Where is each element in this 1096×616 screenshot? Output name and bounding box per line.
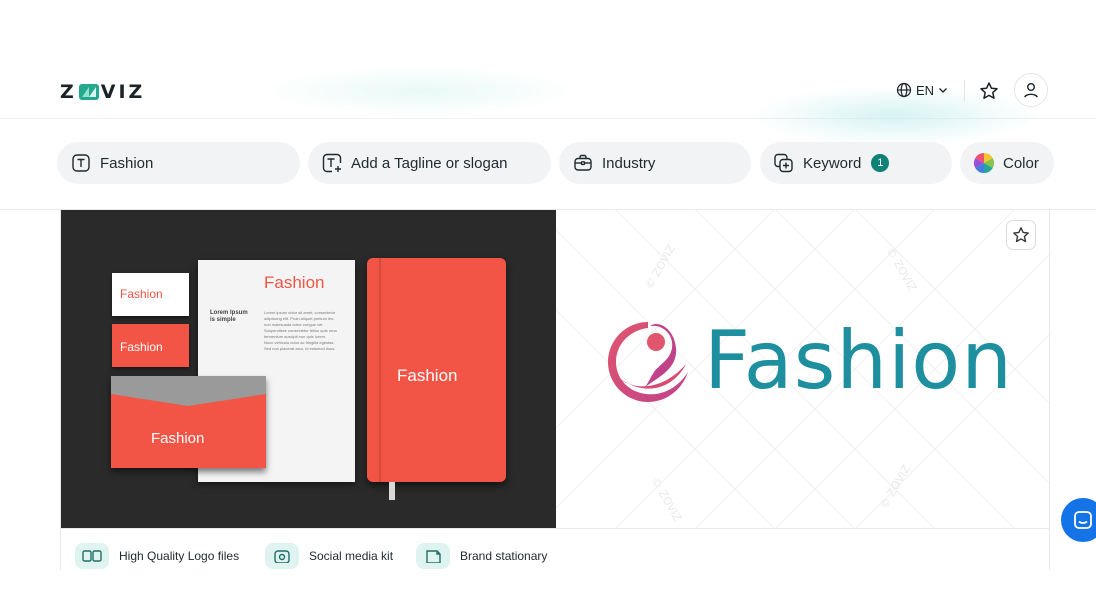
logo-files-icon — [75, 543, 109, 569]
logo-text-left: Z — [60, 81, 77, 103]
logo-filters-bar: Fashion Add a Tagline or slogan Industry… — [0, 140, 1096, 186]
color-label: Color — [1003, 154, 1039, 172]
keyword-input[interactable]: Keyword 1 — [760, 142, 952, 184]
mockup-letter-body: Lorem ipsum dolor sit amet, consectetur … — [264, 310, 348, 352]
feature-label: High Quality Logo files — [119, 549, 240, 563]
header-divider — [964, 80, 965, 102]
industry-select[interactable]: Industry — [559, 142, 751, 184]
star-outline-icon — [1013, 227, 1029, 243]
tagline-input[interactable]: Add a Tagline or slogan — [308, 142, 551, 184]
text-t-icon — [70, 152, 92, 174]
svg-text:© ZOVIZ: © ZOVIZ — [877, 462, 913, 511]
feature-brand-stationary: Brand stationary — [416, 543, 547, 569]
account-button[interactable] — [1014, 73, 1048, 107]
text-add-icon — [321, 152, 343, 174]
feature-label: Social media kit — [309, 549, 394, 563]
brand-name-input[interactable]: Fashion — [57, 142, 300, 184]
mockup-envelope: Fashion — [111, 376, 266, 468]
feature-social-kit: Social media kit — [265, 543, 393, 569]
mockup-business-card-white: Fashion — [112, 273, 189, 316]
chat-icon — [1074, 511, 1092, 529]
preview-brand-name: Fashion — [704, 314, 1013, 407]
globe-icon — [896, 82, 912, 98]
zoviz-logo[interactable]: Z VIZ — [60, 81, 145, 103]
notebook-spine-line — [379, 258, 381, 482]
stationery-mockup: Fashion Fashion Fashion Lorem Ipsum is s… — [61, 210, 556, 528]
logo-text-right: VIZ — [100, 81, 146, 103]
svg-text:© ZOVIZ: © ZOVIZ — [883, 245, 919, 294]
briefcase-icon — [572, 152, 594, 174]
user-icon — [1024, 83, 1038, 98]
mockup-card-brand-red: Fashion — [120, 340, 163, 354]
star-icon — [980, 82, 998, 99]
favorite-logo-button[interactable] — [1006, 220, 1036, 250]
color-wheel-icon — [973, 152, 995, 174]
feature-label: Brand stationary — [460, 549, 548, 563]
mockup-envelope-brand: Fashion — [151, 430, 205, 447]
mockup-card-brand: Fashion — [120, 287, 163, 301]
feature-logo-files: High Quality Logo files — [75, 543, 239, 569]
mockup-letter-brand: Fashion — [264, 273, 325, 292]
color-picker[interactable]: Color — [960, 142, 1054, 184]
fashion-woman-emblem-icon — [608, 322, 688, 402]
logo-preview: © ZOVIZ © ZOVIZ © ZOVIZ © ZOVIZ Fashion — [556, 210, 1049, 528]
top-navbar: Z VIZ EN — [0, 66, 1096, 146]
favorites-button[interactable] — [977, 79, 1001, 103]
support-chat-button[interactable] — [1061, 498, 1096, 542]
envelope-flap — [111, 376, 266, 406]
mockup-notebook-brand: Fashion — [397, 366, 458, 385]
tagline-placeholder: Add a Tagline or slogan — [351, 154, 508, 172]
chevron-down-icon — [939, 88, 948, 93]
keyword-count-badge: 1 — [871, 154, 890, 172]
stationary-icon — [416, 543, 450, 569]
mockup-body-line: Sed non placerat arcu, id euismod risus. — [264, 346, 336, 351]
mockup-business-card-red: Fashion — [112, 324, 189, 367]
header-glow-decoration — [260, 66, 580, 116]
keyword-add-icon — [773, 152, 795, 174]
logo-features-row: High Quality Logo files Social media kit… — [61, 528, 1049, 570]
mockup-notebook: Fashion — [367, 258, 506, 500]
logo-result-card[interactable]: Fashion Fashion Fashion Lorem Ipsum is s… — [60, 210, 1050, 570]
industry-placeholder: Industry — [602, 154, 656, 172]
social-kit-icon — [265, 543, 299, 569]
language-selector[interactable]: EN — [896, 82, 948, 98]
mockup-letter-heading: Lorem Ipsum is simple — [210, 310, 248, 323]
svg-text:© ZOVIZ: © ZOVIZ — [648, 475, 684, 524]
keyword-label: Keyword — [803, 154, 862, 172]
brand-name-value: Fashion — [100, 154, 154, 172]
language-label: EN — [916, 82, 935, 98]
zoviz-leaf-mark-icon — [78, 84, 99, 100]
notebook-ribbon — [389, 482, 395, 500]
